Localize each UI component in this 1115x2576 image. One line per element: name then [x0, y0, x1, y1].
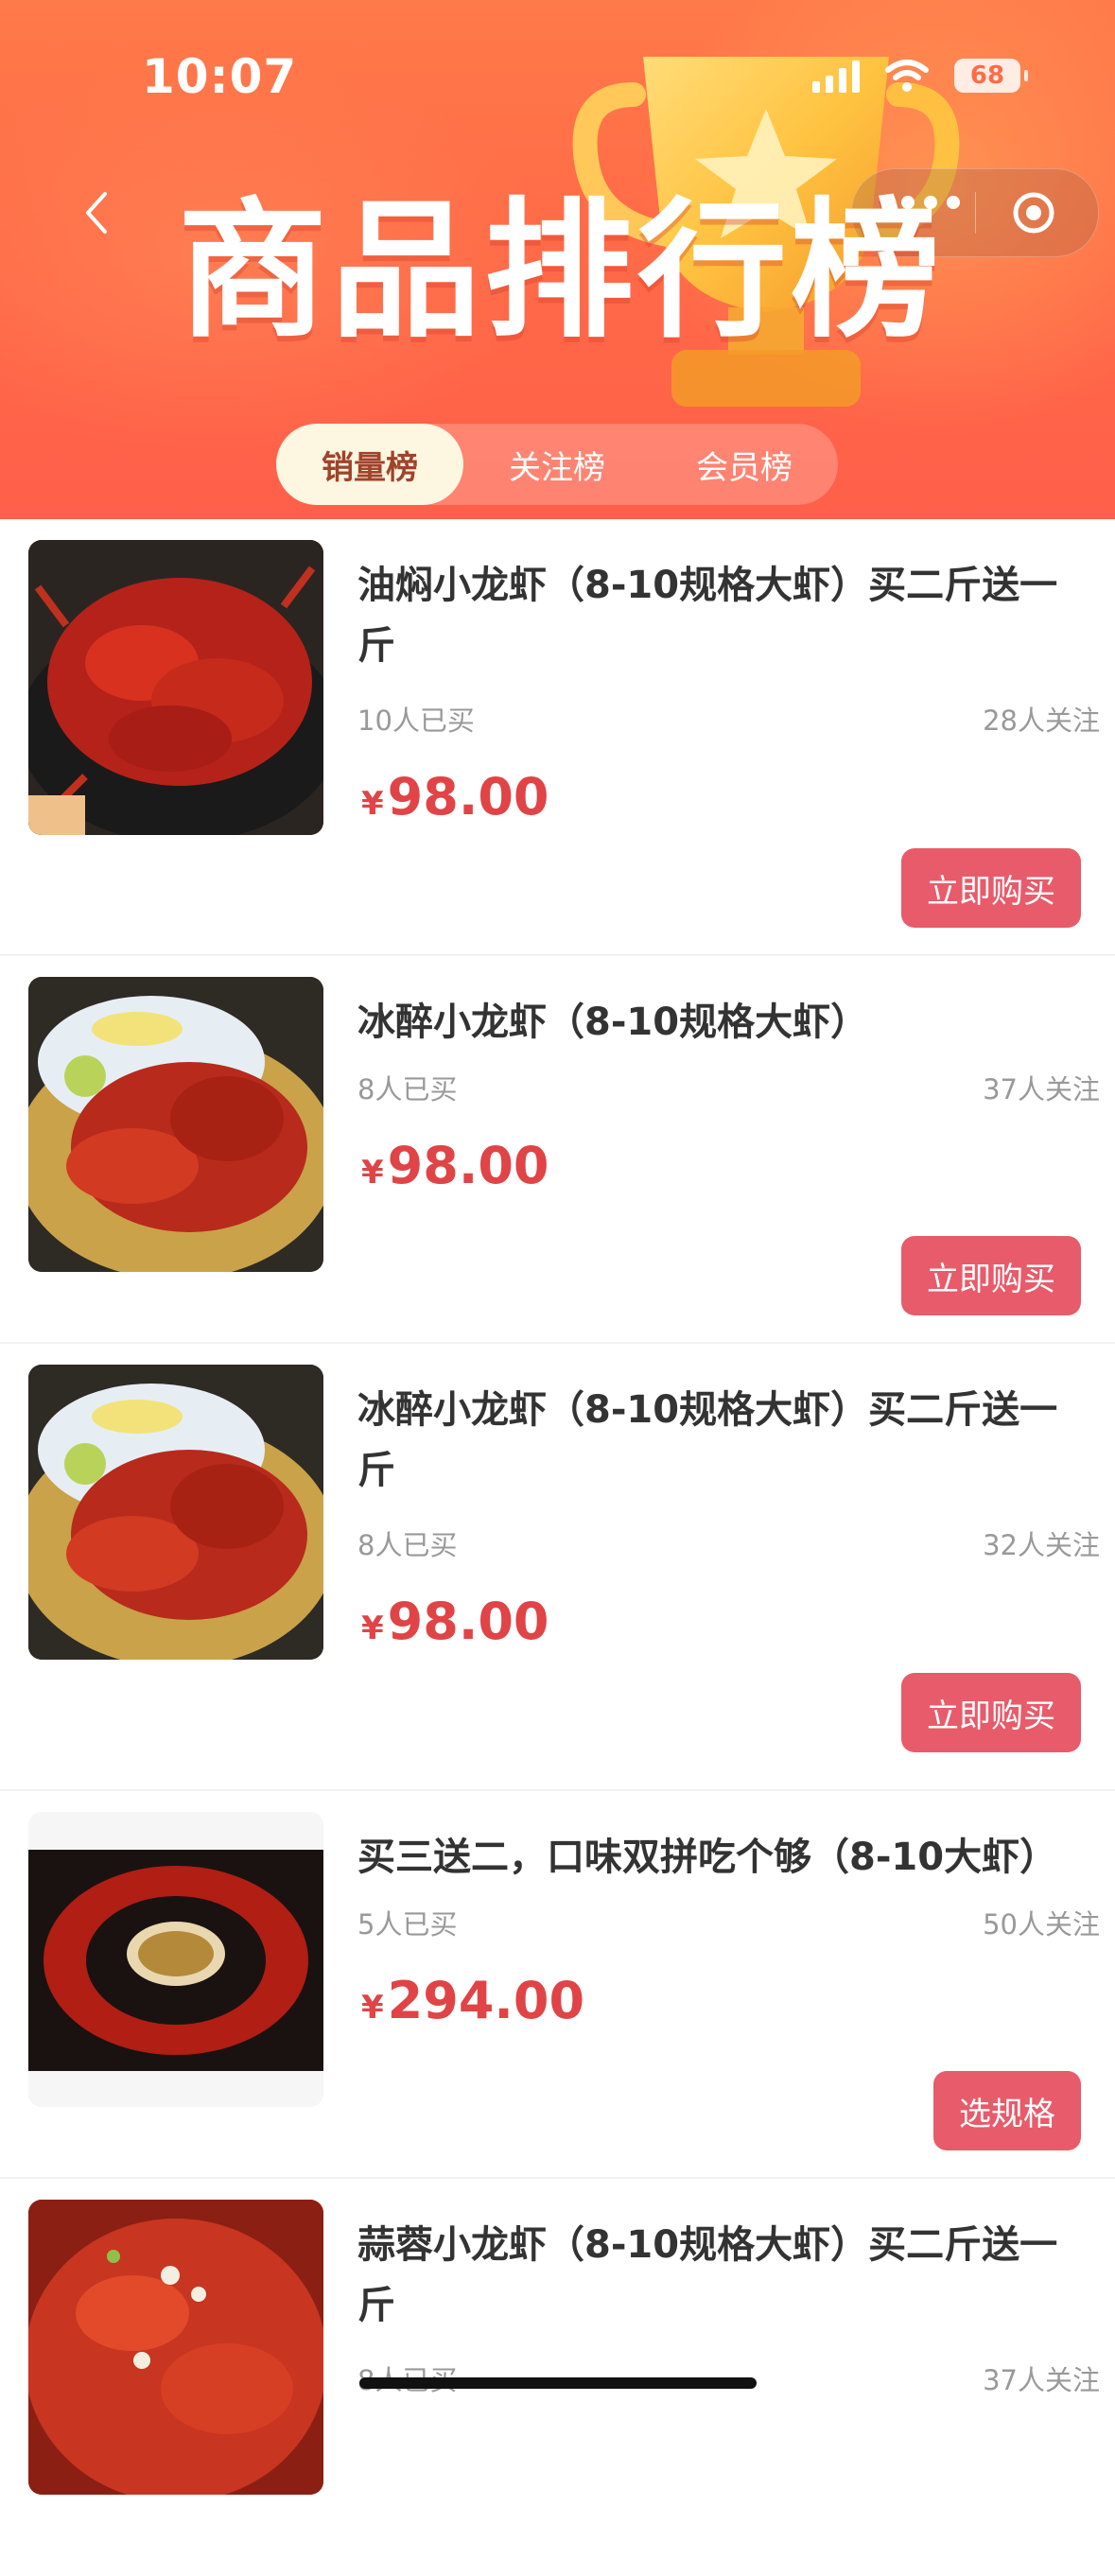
back-button[interactable]	[68, 184, 125, 241]
currency-symbol: ¥	[361, 1610, 384, 1647]
price-value: 294.00	[387, 1971, 585, 2030]
currency-symbol: ¥	[361, 1154, 384, 1192]
product-image[interactable]	[28, 2200, 323, 2495]
status-icons: 68	[812, 59, 1028, 93]
buy-now-button[interactable]: 立即购买	[901, 848, 1081, 928]
follow-count: 37人关注	[983, 2364, 1100, 2396]
product-image[interactable]	[28, 1365, 323, 1660]
product-price: ¥294.00	[361, 1971, 584, 2030]
signal-icon	[812, 59, 860, 93]
tab-follow[interactable]: 关注榜	[463, 424, 651, 505]
page-title: 商品排行榜	[178, 184, 944, 358]
product-price: ¥98.00	[361, 1136, 549, 1195]
capsule-divider	[975, 192, 976, 234]
product-price: ¥98.00	[361, 1592, 549, 1651]
currency-symbol: ¥	[361, 785, 384, 823]
tab-member[interactable]: 会员榜	[651, 424, 838, 505]
product-card[interactable]: 冰醉小龙虾（8-10规格大虾）买二斤送一斤 8人已买 32人关注 ¥98.00 …	[0, 1344, 1115, 1791]
product-title[interactable]: 冰醉小龙虾（8-10规格大虾）买二斤送一斤	[357, 1380, 1086, 1501]
home-indicator	[359, 2377, 757, 2389]
select-spec-button[interactable]: 选规格	[933, 2071, 1081, 2150]
tab-sales[interactable]: 销量榜	[276, 424, 463, 505]
product-title[interactable]: 买三送二，口味双拼吃个够（8-10大虾）	[357, 1827, 1086, 1888]
follow-count: 32人关注	[983, 1529, 1100, 1561]
product-price: ¥98.00	[361, 767, 549, 827]
battery-indicator: 68	[954, 59, 1028, 93]
status-time: 10:07	[142, 49, 298, 104]
bought-count: 8人已买	[357, 1529, 458, 1561]
buy-now-button[interactable]: 立即购买	[901, 1236, 1081, 1315]
follow-count: 28人关注	[983, 705, 1100, 737]
product-card[interactable]: 冰醉小龙虾（8-10规格大虾） 8人已买 37人关注 ¥98.00 立即购买	[0, 956, 1115, 1344]
product-image[interactable]	[28, 977, 323, 1272]
price-value: 98.00	[387, 767, 549, 827]
bought-count: 5人已买	[357, 1908, 458, 1941]
product-title[interactable]: 冰醉小龙虾（8-10规格大虾）	[357, 992, 1086, 1053]
product-title[interactable]: 蒜蓉小龙虾（8-10规格大虾）买二斤送一斤	[357, 2215, 1086, 2336]
ranking-tabs: 销量榜 关注榜 会员榜	[276, 424, 838, 505]
product-card[interactable]: 油焖小龙虾（8-10规格大虾）买二斤送一斤 10人已买 28人关注 ¥98.00…	[0, 519, 1115, 956]
chevron-left-icon	[86, 192, 107, 234]
bought-count: 10人已买	[357, 705, 475, 737]
price-value: 98.00	[387, 1592, 549, 1651]
close-target-icon[interactable]	[1011, 190, 1056, 235]
currency-symbol: ¥	[361, 1989, 384, 2027]
bought-count: 8人已买	[357, 1073, 458, 1105]
header-banner: 10:07 68 商品排行榜 销量榜 关注榜 会员榜	[0, 0, 1115, 519]
follow-count: 37人关注	[983, 1073, 1100, 1105]
product-title[interactable]: 油焖小龙虾（8-10规格大虾）买二斤送一斤	[357, 555, 1086, 676]
product-image[interactable]	[28, 1812, 323, 2107]
product-image[interactable]	[28, 540, 323, 835]
buy-now-button[interactable]: 立即购买	[901, 1673, 1081, 1752]
product-list: 油焖小龙虾（8-10规格大虾）买二斤送一斤 10人已买 28人关注 ¥98.00…	[0, 519, 1115, 2576]
follow-count: 50人关注	[983, 1908, 1100, 1941]
price-value: 98.00	[387, 1136, 549, 1195]
product-card[interactable]: 买三送二，口味双拼吃个够（8-10大虾） 5人已买 50人关注 ¥294.00 …	[0, 1791, 1115, 2179]
wifi-icon	[885, 60, 929, 92]
